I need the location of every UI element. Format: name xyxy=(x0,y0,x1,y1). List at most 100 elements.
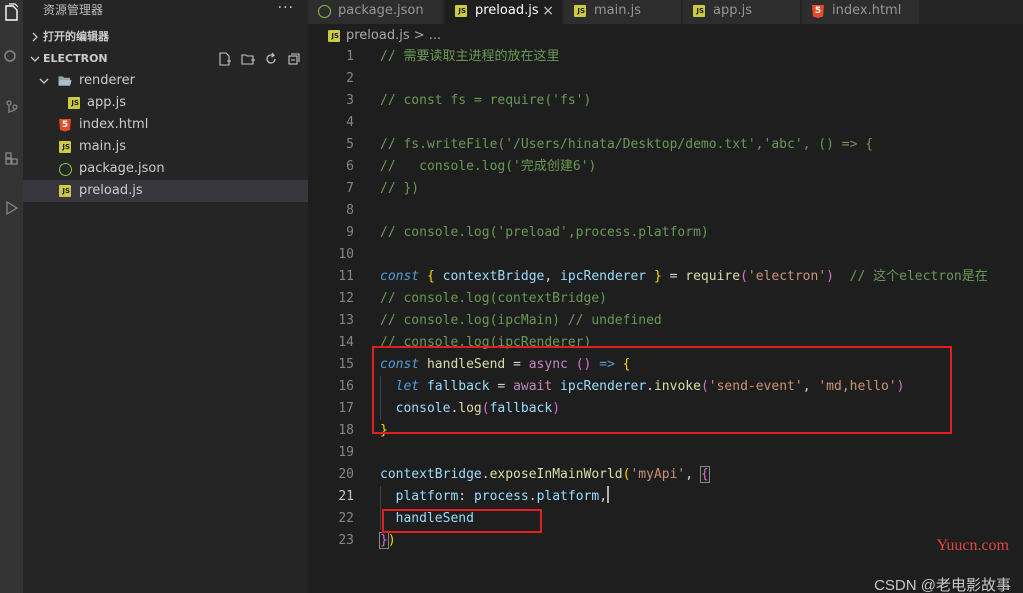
explorer-title: 资源管理器 xyxy=(43,3,104,17)
tab-label: app.js xyxy=(713,3,752,18)
code-line: // console.log(ipcMain) // undefined xyxy=(380,313,662,328)
tree-item-label: package.json xyxy=(79,161,165,176)
tab-label: main.js xyxy=(594,3,641,18)
line-number: 20 xyxy=(338,467,354,482)
html-file-icon: 5 xyxy=(58,118,72,132)
annotation-box xyxy=(382,509,542,533)
more-actions-button[interactable]: ··· xyxy=(278,0,294,20)
line-number: 12 xyxy=(338,291,354,306)
close-icon[interactable]: × xyxy=(542,0,554,22)
line-number: 5 xyxy=(346,137,354,152)
line-number: 10 xyxy=(338,247,354,262)
tree-folder-renderer[interactable]: renderer xyxy=(23,70,308,92)
tree-file-app-js[interactable]: JS app.js xyxy=(23,92,308,114)
chevron-down-icon xyxy=(38,70,50,92)
line-number: 22 xyxy=(338,511,354,526)
js-file-icon: JS xyxy=(58,184,72,198)
line-number: 16 xyxy=(338,379,354,394)
files-icon[interactable] xyxy=(0,0,23,24)
code-line: // console.log('完成创建6') xyxy=(380,159,597,174)
collapse-all-icon[interactable] xyxy=(286,51,302,67)
json-file-icon xyxy=(58,162,72,176)
new-file-icon[interactable] xyxy=(217,51,233,67)
js-file-icon: JS xyxy=(574,5,586,17)
tree-file-index-html[interactable]: 5 index.html xyxy=(23,114,308,136)
line-number: 19 xyxy=(338,445,354,460)
code-line: }) xyxy=(379,532,396,549)
open-editors-label: 打开的编辑器 xyxy=(43,30,109,43)
folder-actions xyxy=(217,51,302,67)
extensions-icon[interactable] xyxy=(0,146,23,170)
line-number: 2 xyxy=(346,71,354,86)
folder-open-icon xyxy=(58,74,72,88)
breadcrumb[interactable]: JS preload.js > ... xyxy=(308,24,1023,46)
chevron-down-icon xyxy=(29,48,41,70)
js-file-icon: JS xyxy=(58,140,72,154)
js-file-icon: JS xyxy=(67,96,81,110)
explorer-sidebar: 资源管理器 ··· 打开的编辑器 ELECTRON renderer JS ap… xyxy=(23,0,308,593)
open-editors-section[interactable]: 打开的编辑器 xyxy=(23,26,308,48)
folder-label: ELECTRON xyxy=(43,52,108,65)
html-file-icon: 5 xyxy=(812,5,824,18)
folder-section-electron[interactable]: ELECTRON xyxy=(23,48,308,70)
tab-label: package.json xyxy=(338,3,424,18)
tree-file-main-js[interactable]: JS main.js xyxy=(23,136,308,158)
code-line: // 需要读取主进程的放在这里 xyxy=(380,49,560,64)
csdn-watermark: CSDN @老电影故事 xyxy=(874,577,1011,593)
tree-item-label: index.html xyxy=(79,117,149,132)
json-file-icon xyxy=(318,5,331,18)
yuucn-watermark: Yuucn.com xyxy=(936,537,1009,554)
line-number: 8 xyxy=(346,203,354,218)
js-file-icon: JS xyxy=(693,5,705,17)
code-line: // const fs = require('fs') xyxy=(380,93,592,108)
code-line: // console.log(contextBridge) xyxy=(380,291,607,306)
tree-file-package-json[interactable]: package.json xyxy=(23,158,308,180)
tree-item-label: renderer xyxy=(79,73,135,88)
js-file-icon: JS xyxy=(328,30,340,42)
tree-file-preload-js[interactable]: JS preload.js xyxy=(23,180,308,202)
activity-bar xyxy=(0,0,23,593)
code-line: // }) xyxy=(380,181,420,196)
line-number: 17 xyxy=(338,401,354,416)
tab-index-html[interactable]: 5 index.html xyxy=(802,0,920,24)
tab-preload-js[interactable]: JS preload.js × xyxy=(445,0,563,24)
js-file-icon: JS xyxy=(455,5,467,17)
tab-label: preload.js xyxy=(475,3,539,18)
code-line: contextBridge.exposeInMainWorld('myApi',… xyxy=(380,466,710,483)
tree-item-label: main.js xyxy=(79,139,126,154)
line-number: 13 xyxy=(338,313,354,328)
line-number: 1 xyxy=(346,49,354,64)
line-number: 15 xyxy=(338,357,354,372)
code-editor[interactable]: 1 2 3 4 5 6 7 8 9 10 11 12 13 14 15 16 17 18 19 20 21 22 23 //… xyxy=(308,46,1023,593)
tree-item-label: preload.js xyxy=(79,183,143,198)
line-number: 4 xyxy=(346,115,354,130)
line-number: 18 xyxy=(338,423,354,438)
tab-label: index.html xyxy=(832,3,902,18)
chevron-right-icon xyxy=(29,26,41,48)
line-number: 23 xyxy=(338,533,354,548)
source-control-icon[interactable] xyxy=(0,96,23,120)
line-number: 21 xyxy=(338,489,354,504)
code-line: platform: process.platform, xyxy=(380,486,610,508)
refresh-icon[interactable] xyxy=(263,51,279,67)
code-line: const { contextBridge, ipcRenderer } = r… xyxy=(380,269,988,284)
text-cursor xyxy=(607,486,610,503)
line-number: 11 xyxy=(338,269,354,284)
line-number: 14 xyxy=(338,335,354,350)
tab-main-js[interactable]: JS main.js xyxy=(564,0,682,24)
search-icon[interactable] xyxy=(0,46,23,70)
run-debug-icon[interactable] xyxy=(0,196,23,220)
tab-app-js[interactable]: JS app.js xyxy=(683,0,801,24)
line-number: 9 xyxy=(346,225,354,240)
code-line: // console.log('preload',process.platfor… xyxy=(380,225,709,240)
line-number: 3 xyxy=(346,93,354,108)
editor-tabs: package.json JS preload.js × JS main.js … xyxy=(308,0,1023,24)
tab-package-json[interactable]: package.json xyxy=(308,0,444,24)
annotation-box xyxy=(372,346,952,434)
breadcrumb-text: preload.js > ... xyxy=(346,28,442,43)
tree-item-label: app.js xyxy=(87,95,126,110)
new-folder-icon[interactable] xyxy=(240,51,256,67)
line-number: 7 xyxy=(346,181,354,196)
line-number: 6 xyxy=(346,159,354,174)
code-line: // fs.writeFile('/Users/hinata/Desktop/d… xyxy=(380,137,874,152)
